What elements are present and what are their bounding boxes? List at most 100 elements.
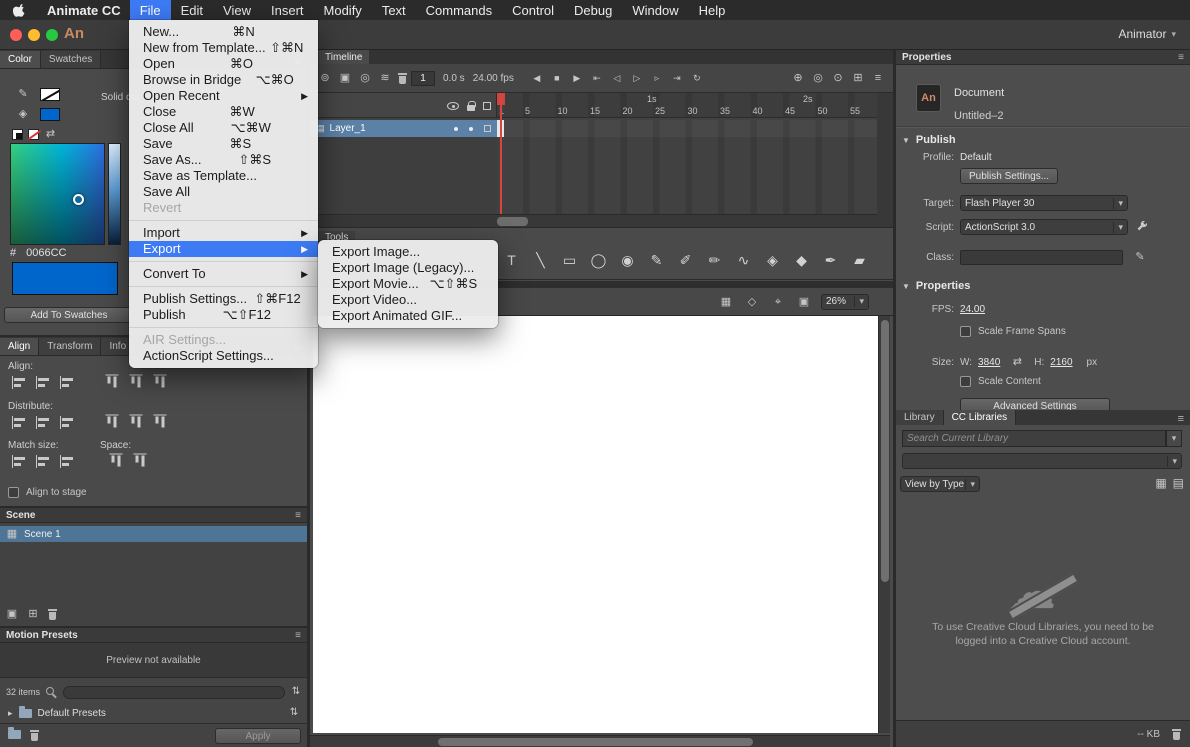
menu-item[interactable]: ActionScript Settings... — [129, 348, 318, 364]
distribute-left-icon[interactable] — [105, 413, 120, 433]
menu-item[interactable]: AIR Settings... — [129, 332, 318, 348]
document-name[interactable]: Untitled–2 — [954, 110, 1004, 122]
menu-item[interactable]: Save All — [129, 184, 318, 200]
menu-item[interactable] — [129, 216, 318, 225]
zoom-level-select[interactable]: 26% ▾ — [821, 294, 869, 310]
panel-menu-icon[interactable]: ≡ — [1178, 52, 1184, 63]
scrollbar-thumb[interactable] — [881, 320, 889, 582]
menu-item[interactable]: Close ⌘W — [129, 104, 318, 120]
menu-item[interactable]: Save ⌘S — [129, 136, 318, 152]
panel-menu-icon[interactable]: ≡ — [1178, 413, 1190, 425]
delete-scene-icon[interactable] — [48, 609, 57, 620]
oval-tool-icon[interactable]: ◯ — [584, 245, 613, 275]
paint-bucket-tool-icon[interactable]: ◈ — [758, 245, 787, 275]
match-height-icon[interactable] — [34, 454, 54, 469]
color-panel-tab[interactable]: Swatches — [41, 51, 101, 68]
menu-item[interactable]: Open Recent ▶ — [129, 88, 318, 104]
brush-tool-icon[interactable]: ✐ — [671, 245, 700, 275]
center-stage-icon[interactable]: ⌖ — [769, 294, 787, 310]
align-top-icon[interactable] — [105, 373, 120, 393]
menu-item[interactable] — [129, 323, 318, 332]
height-value[interactable]: 2160 — [1050, 357, 1072, 368]
timeline-horizontal-scrollbar[interactable] — [310, 214, 877, 227]
preset-search-input[interactable] — [63, 686, 285, 699]
ink-bottle-tool-icon[interactable]: ◆ — [787, 245, 816, 275]
menu-item[interactable]: Export Movie... ⌥⇧⌘S — [318, 276, 498, 292]
menu-item[interactable]: Publish ⌥⇧F12 — [129, 307, 318, 323]
scrollbar-thumb[interactable] — [497, 217, 528, 226]
pencil-tool-icon[interactable]: ✎ — [642, 245, 671, 275]
step-back-icon[interactable]: ◀ — [528, 70, 546, 86]
loop-icon[interactable]: ↻ — [688, 70, 706, 86]
align-panel-tab[interactable]: Transform — [39, 338, 101, 355]
menu-item[interactable]: Open ⌘O — [129, 56, 318, 72]
view-by-select[interactable]: View by Type ▾ — [900, 476, 980, 492]
onion-skin-icon[interactable]: ◎ — [809, 70, 827, 86]
zo om-window-button[interactable] — [46, 29, 58, 41]
no-color-icon[interactable] — [28, 129, 39, 140]
menu-item[interactable]: Close All ⌥⌘W — [129, 120, 318, 136]
distribute-horizontal-center-icon[interactable] — [129, 413, 144, 433]
menubar-item[interactable]: Edit — [171, 0, 213, 20]
show-layer-depth-icon[interactable]: ≋ — [376, 70, 394, 86]
color-panel-tab[interactable]: Color — [0, 51, 41, 68]
align-left-icon[interactable] — [10, 375, 30, 390]
stroke-color-control[interactable]: ✎ — [14, 86, 60, 102]
menubar-item[interactable]: Debug — [564, 0, 622, 20]
default-colors-icon[interactable] — [12, 129, 23, 140]
stage-horizontal-scrollbar[interactable] — [310, 735, 890, 747]
step-forward-icon[interactable]: ▶ — [568, 70, 586, 86]
menu-item[interactable]: New... ⌘N — [129, 24, 318, 40]
color-picker-marker[interactable] — [73, 194, 84, 205]
previous-frame-icon[interactable]: ◁ — [608, 70, 626, 86]
rectangle-tool-icon[interactable]: ▭ — [555, 245, 584, 275]
text-tool-icon[interactable]: T — [497, 245, 526, 275]
edit-class-pencil-icon[interactable]: ✎ — [1131, 249, 1149, 265]
scene-list-item[interactable]: ▦ Scene 1 — [0, 526, 307, 542]
go-to-first-frame-icon[interactable]: ⇤ — [588, 70, 606, 86]
properties-section-header[interactable]: ▼ Properties — [902, 280, 970, 292]
distribute-vertical-center-icon[interactable] — [34, 415, 54, 430]
publish-section-header[interactable]: ▼ Publish — [902, 134, 956, 146]
menu-item[interactable]: Export Video... — [318, 292, 498, 308]
library-tab[interactable]: CC Libraries — [944, 410, 1017, 425]
collapse-triangle-icon[interactable]: ▼ — [902, 136, 910, 145]
menu-item[interactable]: Export ▶ — [129, 241, 318, 257]
library-filter-select[interactable]: ▾ — [902, 453, 1182, 469]
insert-keyframe-icon[interactable]: ⊕ — [789, 70, 807, 86]
tab-timeline[interactable]: Timeline — [318, 50, 369, 64]
new-folder-icon[interactable] — [8, 730, 21, 739]
align-right-icon[interactable] — [58, 375, 78, 390]
delete-preset-icon[interactable] — [30, 730, 39, 741]
menu-item[interactable]: New from Template... ⇧⌘N — [129, 40, 318, 56]
camera-icon[interactable]: ▣ — [336, 70, 354, 86]
current-frame-field[interactable]: 1 — [411, 71, 435, 86]
align-center-vertical-icon[interactable] — [129, 373, 144, 393]
delete-layer-icon[interactable] — [398, 73, 407, 84]
match-width-and-height-icon[interactable] — [58, 454, 78, 469]
line-tool-icon[interactable]: ╲ — [526, 245, 555, 275]
frame-rate[interactable]: 24.00 fps — [473, 73, 514, 84]
stop-icon[interactable]: ■ — [548, 70, 566, 86]
frame-grid[interactable] — [497, 120, 877, 137]
menu-item[interactable]: Import ▶ — [129, 225, 318, 241]
target-select[interactable]: Flash Player 30 ▾ — [960, 195, 1128, 211]
link-dimensions-icon[interactable]: ⇄ — [1010, 354, 1024, 370]
menu-item[interactable]: Export Image... — [318, 244, 498, 260]
menu-item[interactable]: Browse in Bridge ⌥⌘O — [129, 72, 318, 88]
scroll-updown-icon[interactable]: ⇅ — [291, 684, 301, 700]
fps-value[interactable]: 24.00 — [960, 304, 985, 315]
menu-item[interactable]: Export Animated GIF... — [318, 308, 498, 324]
menu-item[interactable]: Revert — [129, 200, 318, 216]
edit-scene-icon[interactable]: ▦ — [717, 294, 735, 310]
menubar-item[interactable]: View — [213, 0, 261, 20]
align-bottom-icon[interactable] — [153, 373, 168, 393]
show-hide-layers-icon[interactable] — [447, 102, 459, 110]
scrollbar-thumb[interactable] — [438, 738, 753, 746]
stage-canvas[interactable] — [313, 316, 878, 733]
menu-item[interactable]: Save as Template... — [129, 168, 318, 184]
menu-item[interactable]: Publish Settings... ⇧⌘F12 — [129, 291, 318, 307]
layer-parenting-icon[interactable]: ◎ — [356, 70, 374, 86]
apple-icon[interactable] — [0, 0, 38, 20]
workspace-switcher[interactable]: Animator ▾ — [1118, 27, 1176, 41]
